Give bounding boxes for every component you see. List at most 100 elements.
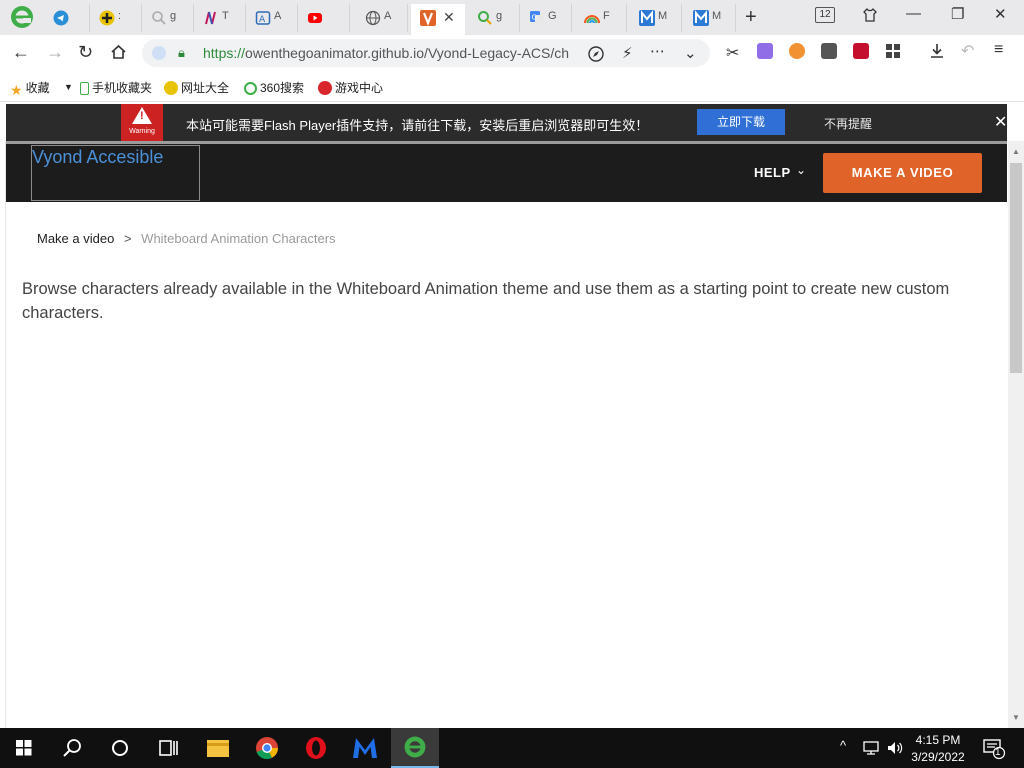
tab-count-badge[interactable]: 12 [815, 7, 835, 23]
bookmark-label: 网址大全 [181, 81, 230, 95]
tab-9[interactable]: M [630, 4, 682, 32]
bookmark-sites[interactable]: 网址大全 [164, 79, 229, 96]
chevron-down-icon[interactable]: ⌄ [684, 44, 697, 62]
game-controller-icon[interactable] [789, 43, 805, 59]
tab-yellow-plus[interactable]: : [90, 4, 142, 32]
site-logo[interactable]: Vyond Accesible [31, 145, 200, 201]
tab-3[interactable]: A A [246, 4, 298, 32]
scroll-up-icon[interactable]: ▲ [1012, 147, 1020, 156]
file-explorer-icon[interactable] [194, 728, 242, 768]
download-now-button[interactable]: 立即下载 [697, 109, 785, 135]
bookmark-360-search[interactable]: 360搜索 [244, 79, 304, 96]
search-icon [244, 82, 257, 95]
scissors-icon[interactable]: ✂ [726, 43, 739, 63]
compass-icon[interactable] [588, 46, 604, 62]
tab-7[interactable]: G G [520, 4, 572, 32]
tab-vyond-active[interactable]: ✕ [411, 4, 465, 35]
tab-2[interactable]: T [194, 4, 246, 32]
tab-4[interactable] [298, 4, 350, 32]
tab-8[interactable]: F [575, 4, 627, 32]
tab-title: g [170, 10, 177, 22]
make-a-video-button[interactable]: MAKE A VIDEO [823, 153, 982, 193]
shirt-icon[interactable] [862, 7, 878, 23]
tab-6[interactable]: g [468, 4, 520, 32]
url-text[interactable]: https://owenthegoanimator.github.io/Vyon… [203, 45, 575, 61]
bookmark-favorites[interactable]: ★ 收藏 [10, 79, 50, 99]
breadcrumb-link-make-a-video[interactable]: Make a video [37, 231, 114, 246]
vertical-scrollbar[interactable]: ▲ ▼ [1008, 141, 1024, 728]
phone-icon [80, 82, 89, 95]
tab-title: g [496, 10, 503, 22]
flash-message: 本站可能需要Flash Player插件支持，请前往下载，安装后重启浏览器即可生… [186, 118, 649, 133]
home-icon[interactable] [110, 44, 127, 60]
bookmark-game-center[interactable]: 游戏中心 [318, 79, 383, 96]
restore-window-icon[interactable]: ❐ [951, 5, 964, 23]
scrollbar-thumb[interactable] [1010, 163, 1022, 373]
tab-1[interactable]: g [142, 4, 194, 32]
tab-telegram[interactable] [44, 4, 90, 32]
notifications-icon[interactable] [982, 738, 1006, 760]
url-field[interactable]: 🔒︎ https://owenthegoanimator.github.io/V… [142, 39, 710, 67]
app-icon [205, 11, 216, 25]
volume-icon[interactable] [886, 740, 904, 756]
help-menu[interactable]: HELP [754, 165, 791, 180]
tab-title: A [274, 10, 282, 22]
bookmark-label: 360搜索 [260, 81, 305, 95]
task-view-icon[interactable] [144, 728, 192, 768]
game-center-icon [318, 81, 332, 95]
security-shield-icon[interactable] [152, 46, 166, 60]
translate-icon: A [255, 11, 271, 25]
menu-icon[interactable]: ≡ [994, 41, 1003, 59]
bookmark-mobile[interactable]: 手机收藏夹 [80, 79, 152, 96]
url-host-path: owenthegoanimator.github.io/Vyond-Legacy… [245, 45, 570, 61]
dont-remind-button[interactable]: 不再提醒 [824, 115, 872, 132]
system-clock[interactable]: 4:15 PM 3/29/2022 [906, 732, 970, 766]
notification-count: 1 [995, 747, 1001, 758]
wallet-icon[interactable] [821, 43, 837, 59]
rainbow-icon [584, 15, 600, 24]
tab-10[interactable]: M [684, 4, 736, 32]
back-arrow-icon[interactable]: ← [12, 42, 30, 63]
search-icon[interactable] [48, 728, 96, 768]
star-icon: ★ [10, 82, 23, 98]
svg-text:A: A [259, 15, 266, 25]
malwarebytes-icon[interactable] [341, 728, 389, 768]
bookmark-dropdown-icon[interactable]: ▼ [64, 82, 73, 92]
warning-badge: ! Warning [121, 104, 163, 141]
site-header: Vyond Accesible HELP ⌄ MAKE A VIDEO [6, 144, 1007, 202]
tab-5[interactable]: A [356, 4, 408, 32]
forward-arrow-icon[interactable]: → [46, 42, 64, 63]
windows-start-icon[interactable] [0, 728, 48, 768]
close-window-icon[interactable]: ✕ [994, 5, 1007, 23]
download-icon[interactable] [929, 43, 945, 59]
more-options-icon[interactable]: ⋯ [650, 42, 665, 60]
broken-image-alt-text: Vyond Accesible [32, 147, 164, 167]
360-browser-taskbar-icon[interactable] [391, 728, 439, 768]
network-icon[interactable] [862, 740, 880, 756]
clock-time: 4:15 PM [915, 733, 961, 747]
cortana-icon[interactable] [96, 728, 144, 768]
globe-icon [365, 10, 381, 26]
translate-extension-icon[interactable] [757, 43, 773, 59]
bookmarks-bar: ★ 收藏 ▼ 手机收藏夹 网址大全 360搜索 游戏中心 [0, 71, 1024, 102]
new-tab-button[interactable]: + [745, 6, 757, 29]
m-icon [693, 10, 709, 26]
360-browser-logo-icon[interactable] [10, 5, 34, 29]
apps-grid-icon[interactable] [885, 43, 901, 59]
scroll-down-icon[interactable]: ▼ [1012, 713, 1020, 722]
video-extension-icon[interactable] [853, 43, 869, 59]
chrome-icon[interactable] [243, 728, 291, 768]
warning-label: Warning [129, 128, 155, 135]
close-tab-icon[interactable]: ✕ [443, 9, 455, 26]
lightning-icon[interactable]: ⚡︎ [622, 44, 633, 62]
undo-icon[interactable]: ↶ [961, 41, 974, 61]
chevron-down-icon[interactable]: ⌄ [796, 163, 806, 177]
lock-icon[interactable]: 🔒︎ [178, 45, 185, 61]
minimize-window-icon[interactable]: — [906, 5, 921, 22]
breadcrumb-current: Whiteboard Animation Characters [141, 231, 336, 246]
reload-icon[interactable]: ↻ [78, 42, 93, 63]
svg-text:G: G [532, 14, 537, 22]
opera-icon[interactable] [292, 728, 340, 768]
show-hidden-icons-chevron[interactable]: ^ [840, 738, 846, 753]
close-banner-icon[interactable]: ✕ [994, 112, 1007, 132]
